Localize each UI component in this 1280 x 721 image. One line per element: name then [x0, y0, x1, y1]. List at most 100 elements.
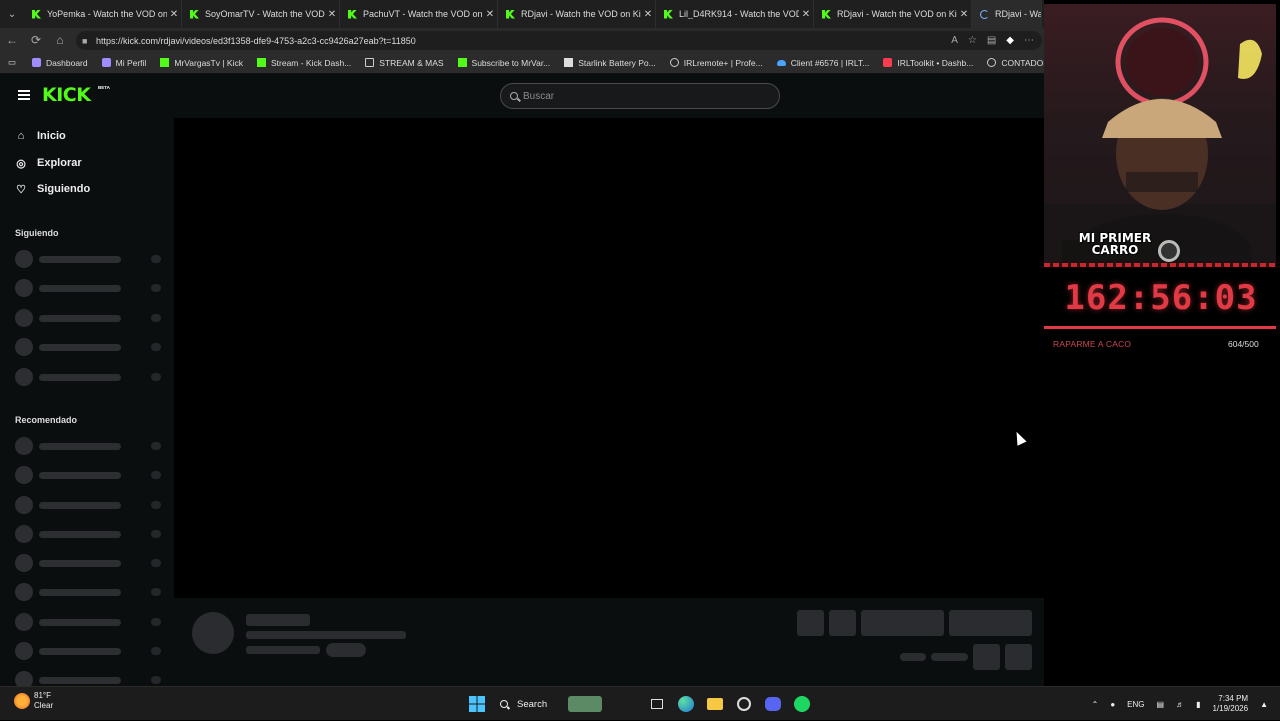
taskbar-search-label: Search [517, 698, 548, 710]
battery-icon[interactable]: ▮ [1196, 700, 1200, 709]
taskbar: 81°F Clear Search ⌃ ● ENG ▤ ♬ ▮ 7:34 PM … [0, 686, 1280, 720]
tab-title: SoyOmarTV - Watch the VOD on Kick [205, 9, 325, 19]
channel-skeleton [15, 309, 163, 327]
read-aloud-icon[interactable]: A [951, 35, 958, 46]
bookmark-contador[interactable]: CONTADOR [987, 58, 1049, 68]
tab-close-icon[interactable]: ✕ [167, 9, 181, 20]
bookmark-mi-perfil[interactable]: Mi Perfil [101, 58, 146, 68]
back-arrow-icon[interactable]: ← [0, 28, 24, 52]
language-indicator[interactable]: ENG [1127, 700, 1144, 709]
tab-close-icon[interactable]: ✕ [483, 9, 497, 20]
video-player[interactable] [174, 118, 1044, 598]
weather-widget[interactable]: 81°F Clear [14, 691, 53, 711]
sidebar: ⌂ Inicio ◎ Explorar ♡ Siguiendo Siguiend… [0, 118, 172, 686]
address-bar[interactable]: ■ https://kick.com/rdjavi/videos/ed3f135… [76, 31, 1042, 50]
discord-icon[interactable] [764, 695, 782, 713]
bookmark-irlremote[interactable]: IRLremote+ | Profe... [669, 58, 763, 68]
kick-favicon-icon [190, 9, 199, 19]
overlay-border [1044, 263, 1276, 267]
sidebar-item-siguiendo[interactable]: ♡ Siguiendo [15, 183, 90, 196]
sidebar-item-inicio[interactable]: ⌂ Inicio [15, 130, 66, 142]
tab-title: RDjavi - Watch the VOD on Kick [837, 9, 957, 19]
button-skeleton [797, 610, 824, 636]
split-screen-icon[interactable]: ▤ [987, 35, 996, 46]
counter-icon [987, 58, 997, 67]
channel-skeleton [15, 250, 163, 268]
notifications-icon[interactable]: ▲ [1260, 700, 1268, 709]
bookmarks-menu-icon[interactable]: ▭ [8, 57, 16, 68]
browser-tab[interactable]: Lil_D4RK914 - Watch the VOD on Kick ✕ [656, 0, 814, 28]
channel-skeleton [15, 554, 163, 572]
channel-skeleton [15, 466, 163, 484]
browser-tab[interactable]: PachuVT - Watch the VOD on Kick ✕ [340, 0, 498, 28]
goal-count: 604/500 [1228, 339, 1259, 349]
volume-icon[interactable]: ♬ [1176, 700, 1184, 709]
compass-icon: ◎ [16, 157, 26, 170]
browser-tab[interactable]: RDjavi - Watch the VOD on Kick ✕ [814, 0, 972, 28]
bookmark-subscribe[interactable]: Subscribe to MrVar... [457, 58, 550, 68]
toolkit-icon [883, 58, 893, 67]
favorite-star-icon[interactable]: ☆ [968, 35, 977, 46]
clock-date: 1/19/2026 [1212, 704, 1249, 713]
browser-tab-active[interactable]: RDjavi - Watc [972, 0, 1042, 28]
stat-skeleton [900, 653, 926, 661]
button-skeleton [949, 610, 1032, 636]
sidebar-item-explorar[interactable]: ◎ Explorar [15, 157, 81, 170]
channel-skeleton [15, 338, 163, 356]
search-input[interactable]: Buscar [500, 83, 780, 109]
home-icon: ⌂ [17, 130, 25, 142]
bookmark-dashboard[interactable]: Dashboard [32, 58, 88, 68]
recommended-heading: Recomendado [15, 415, 78, 425]
title-skeleton [246, 614, 310, 626]
avatar-skeleton [192, 612, 234, 654]
browser-tab[interactable]: YoPemka - Watch the VOD on Kick ✕ [24, 0, 182, 28]
bookmark-mrvargastv[interactable]: MrVargasTv | Kick [160, 58, 243, 68]
kick-favicon-icon [506, 9, 515, 19]
bookmark-stream-dashboard[interactable]: Stream - Kick Dash... [256, 58, 351, 68]
browser-tab[interactable]: RDjavi - Watch the VOD on Kick ✕ [498, 0, 656, 28]
channel-skeleton [15, 368, 163, 386]
browser-tab[interactable]: SoyOmarTV - Watch the VOD on Kick ✕ [182, 0, 340, 28]
tab-title: YoPemka - Watch the VOD on Kick [47, 9, 167, 19]
timer-progress-bar [1044, 326, 1276, 329]
subtitle-skeleton [246, 631, 406, 639]
bookmark-folder-stream-mas[interactable]: STREAM & MAS [365, 58, 444, 68]
tab-actions-menu-icon[interactable]: ⌄ [0, 0, 24, 28]
file-explorer-icon[interactable] [706, 695, 724, 713]
stat-skeleton [931, 653, 968, 661]
tab-title: Lil_D4RK914 - Watch the VOD on Kick [679, 9, 799, 19]
spotify-icon[interactable] [793, 695, 811, 713]
tab-close-icon[interactable]: ✕ [641, 9, 655, 20]
kick-favicon-icon [348, 9, 357, 19]
taskbar-search[interactable]: Search [494, 693, 602, 715]
tray-overflow-icon[interactable]: ⌃ [1092, 700, 1099, 709]
tab-close-icon[interactable]: ✕ [325, 9, 339, 20]
kick-header: KICK BETA Buscar [0, 74, 1044, 118]
home-button-icon[interactable]: ⌂ [48, 28, 72, 52]
bookmark-starlink[interactable]: Starlink Battery Po... [564, 58, 656, 68]
subathon-timer: 162:56:03 [1064, 278, 1258, 318]
settings-app-icon[interactable] [735, 695, 753, 713]
edge-browser-icon[interactable] [677, 695, 695, 713]
folder-icon [365, 58, 375, 67]
tab-title: RDjavi - Watc [995, 9, 1041, 19]
microphone-icon[interactable]: ● [1110, 700, 1115, 709]
bookmark-irltoolkit[interactable]: IRLToolkit • Dashb... [883, 58, 973, 68]
more-icon[interactable]: ⋯ [1024, 35, 1034, 46]
kick-logo[interactable]: KICK [42, 84, 91, 106]
clock-time: 7:34 PM [1218, 694, 1249, 703]
extension-icon[interactable]: ◆ [1006, 35, 1014, 46]
start-windows-icon[interactable] [468, 695, 486, 713]
cloud-icon [776, 59, 786, 66]
tab-close-icon[interactable]: ✕ [799, 9, 813, 20]
weather-desc: Clear [34, 701, 54, 710]
network-icon[interactable]: ▤ [1157, 700, 1165, 709]
hamburger-menu-icon[interactable] [18, 90, 30, 100]
task-view-icon[interactable] [648, 695, 666, 713]
tab-close-icon[interactable]: ✕ [957, 9, 971, 20]
reload-spinner-icon[interactable]: ⟳ [24, 28, 48, 52]
clock[interactable]: 7:34 PM 1/19/2026 [1212, 694, 1248, 714]
webcam-overlay: MI PRIMER CARRO [1044, 4, 1276, 266]
bookmark-client[interactable]: Client #6576 | IRLT... [776, 58, 869, 68]
page-icon [564, 58, 574, 67]
